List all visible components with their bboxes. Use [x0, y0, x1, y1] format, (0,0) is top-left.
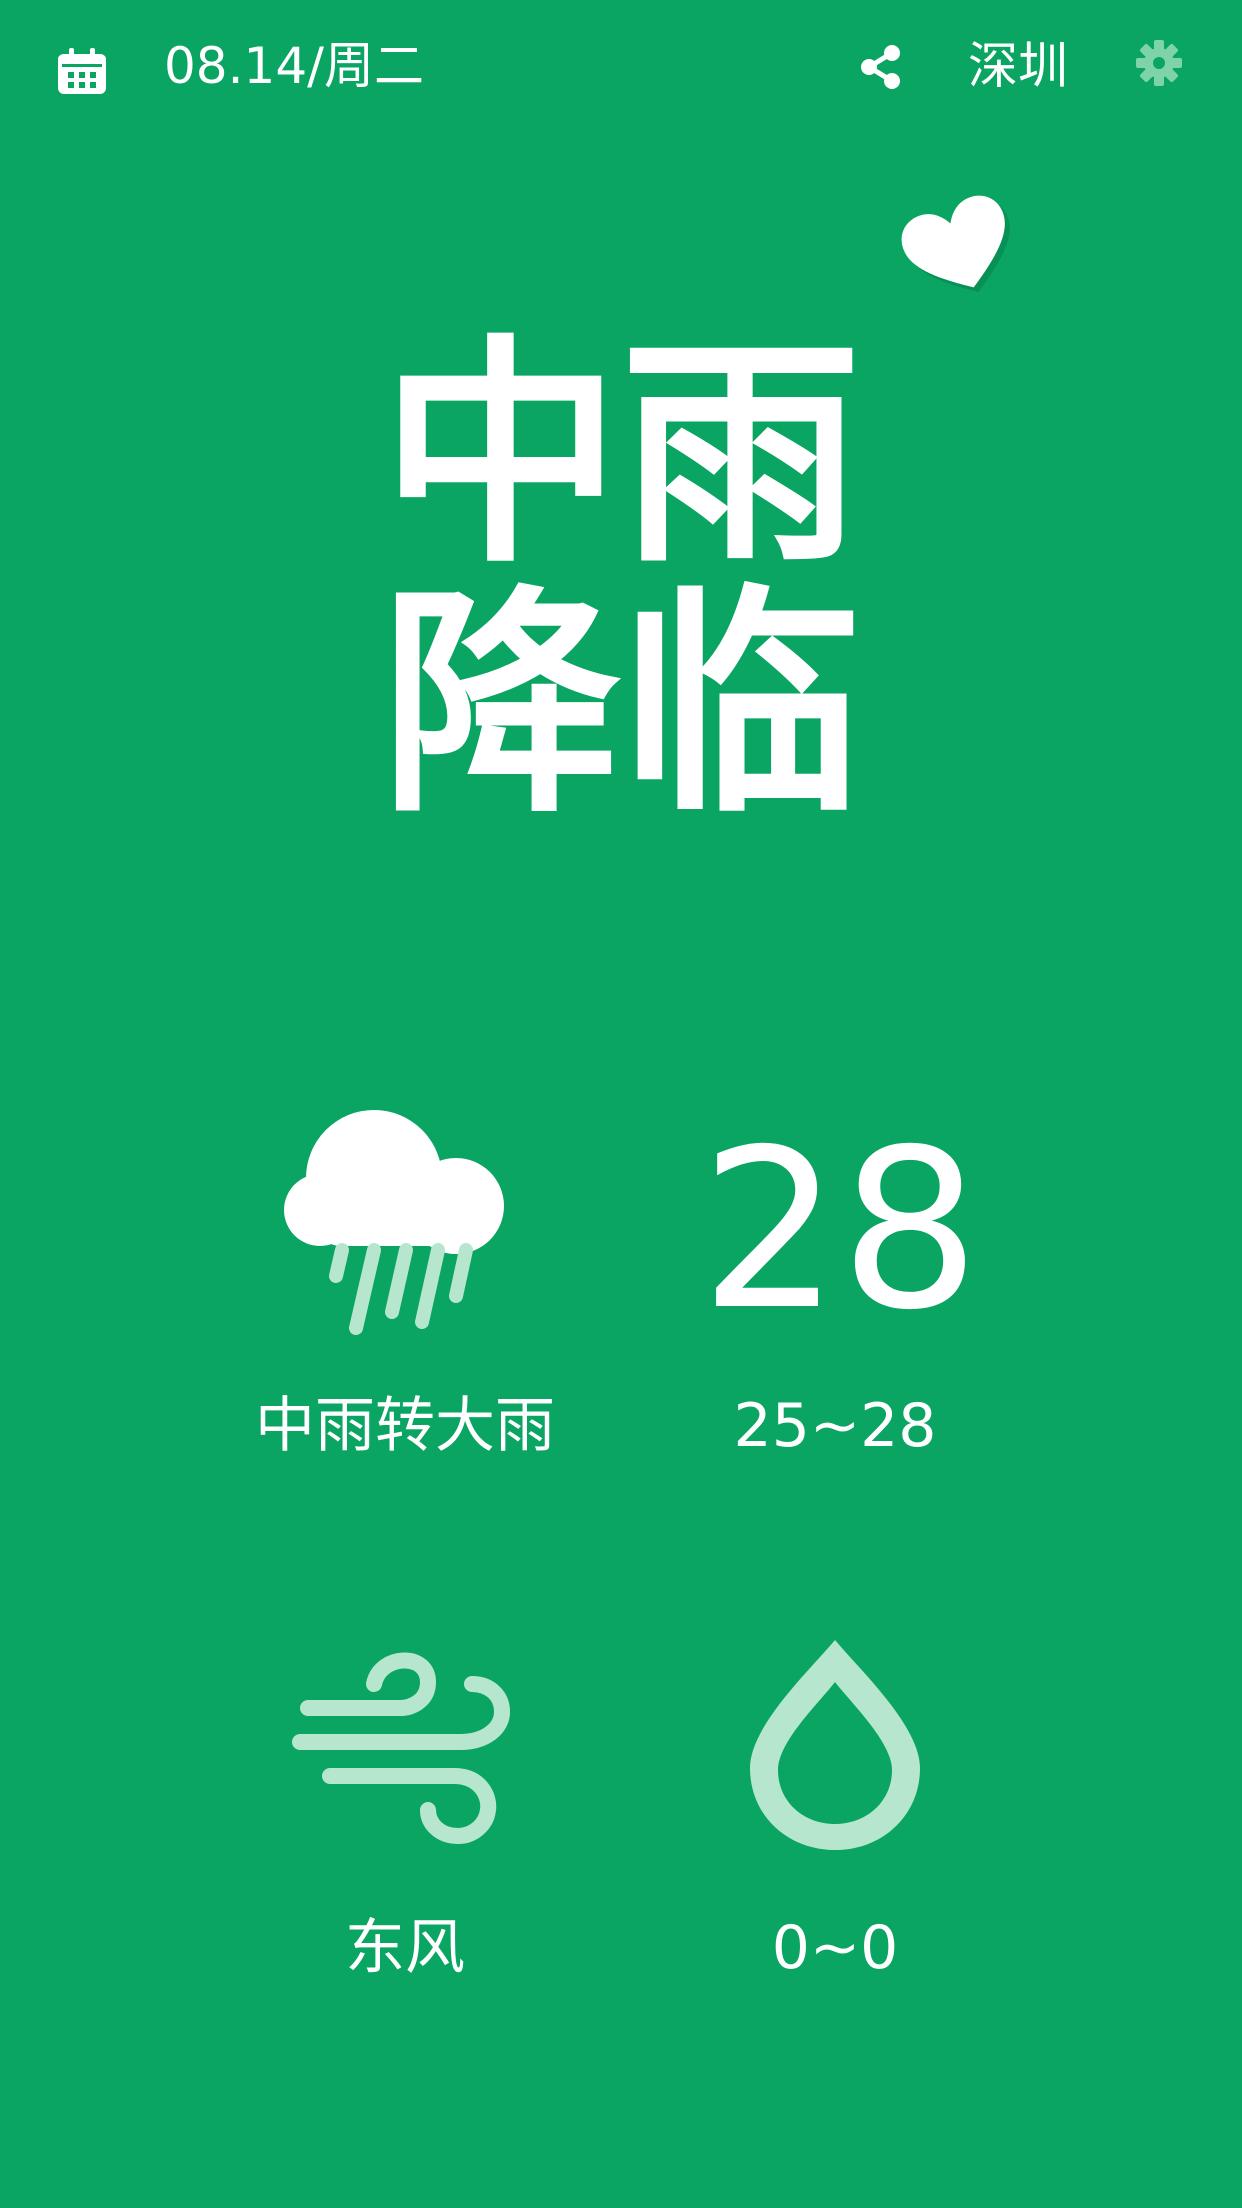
condition-label: 中雨转大雨 [255, 1391, 555, 1461]
gear-icon[interactable] [1134, 38, 1184, 88]
share-icon[interactable] [858, 44, 904, 90]
headline: 中雨 降临 [0, 330, 1242, 830]
calendar-icon[interactable] [56, 48, 108, 96]
wind-label: 东风 [345, 1913, 465, 1983]
current-temperature: 28 [700, 1102, 980, 1358]
city-label[interactable]: 深圳 [968, 36, 1068, 96]
headline-line-1: 中雨 [380, 315, 861, 595]
headline-line-2: 降临 [380, 565, 861, 845]
humidity-label: 0~0 [771, 1913, 899, 1983]
temperature-range-label: 25~28 [733, 1391, 937, 1461]
date-label[interactable]: 08.14/周二 [164, 36, 424, 96]
top-bar: 08.14/周二 深圳 [0, 0, 1242, 140]
rain-cloud-icon [284, 1110, 504, 1335]
water-drop-icon [750, 1640, 920, 1850]
wind-icon [292, 1652, 511, 1845]
heart-icon[interactable] [898, 192, 1020, 302]
